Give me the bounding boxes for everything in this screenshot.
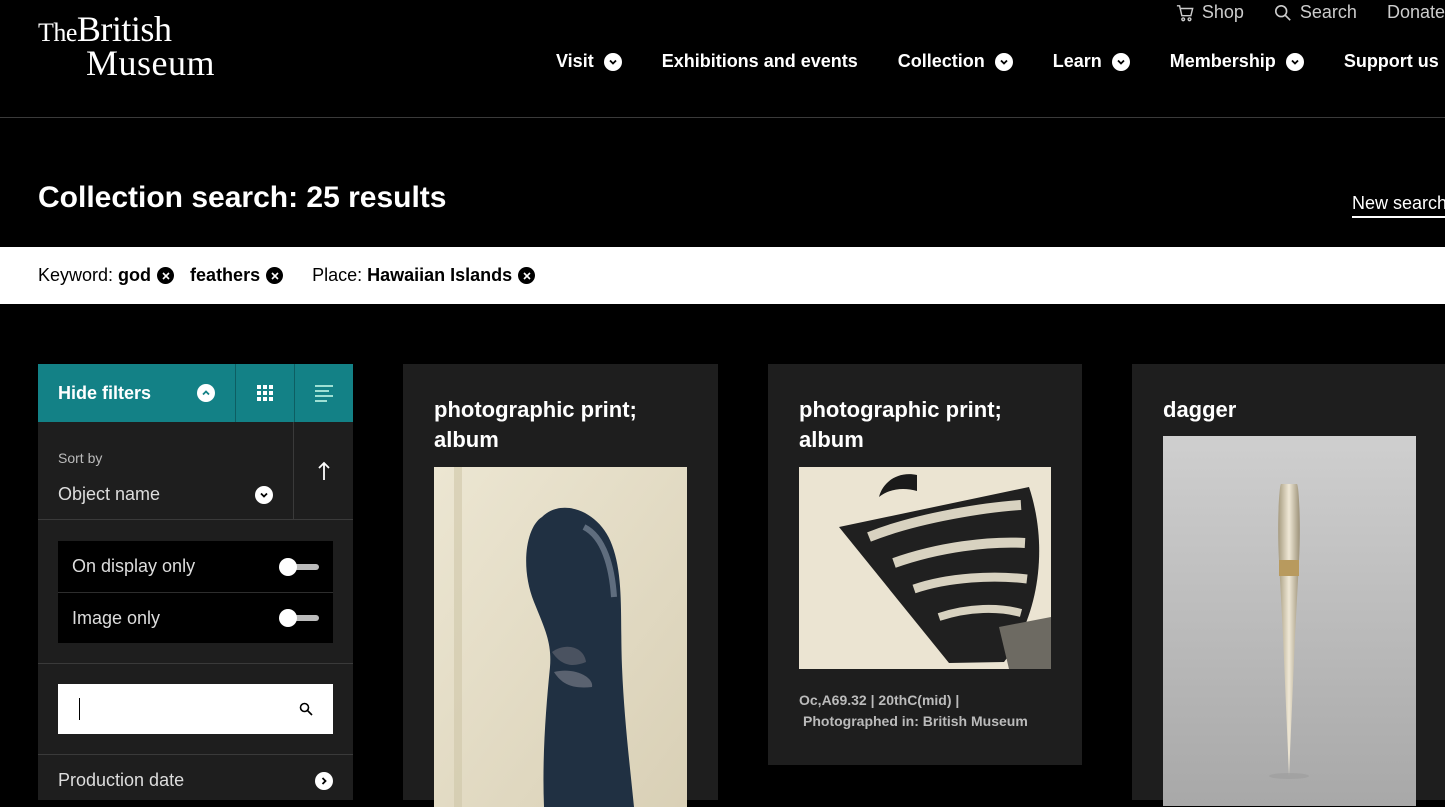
- nav-learn[interactable]: Learn: [1053, 51, 1130, 72]
- chevron-down-icon: [1285, 52, 1304, 71]
- result-title-line2: album: [799, 427, 864, 452]
- result-image[interactable]: [434, 467, 687, 807]
- sort-direction-button[interactable]: [294, 422, 353, 519]
- sort-row: Sort by Object name: [38, 422, 353, 520]
- chevron-right-icon: [315, 771, 333, 790]
- cart-icon: [1176, 4, 1194, 21]
- new-search-link[interactable]: New search: [1352, 193, 1445, 218]
- logo-museum: Museum: [86, 43, 215, 84]
- image-only-label: Image only: [72, 607, 161, 628]
- nav-exhibitions[interactable]: Exhibitions and events: [662, 51, 858, 72]
- search-link[interactable]: Search: [1274, 2, 1357, 23]
- result-title[interactable]: photographic print; album: [434, 395, 637, 455]
- chevron-down-icon: [603, 52, 622, 71]
- place-chip: Place: Hawaiian Islands: [312, 265, 536, 286]
- search-label: Search: [1299, 2, 1357, 22]
- keyword-chip-feathers: feathers: [190, 265, 284, 286]
- nav-visit-label: Visit: [556, 51, 594, 71]
- image-only-toggle-row[interactable]: Image only: [58, 592, 333, 643]
- list-view-button[interactable]: [294, 364, 353, 422]
- keyword-value: feathers: [190, 265, 261, 285]
- result-meta: Oc,A69.32 | 20thC(mid) | Photographed in…: [799, 690, 1028, 732]
- production-date-facet[interactable]: Production date: [38, 755, 353, 791]
- shop-label: Shop: [1201, 2, 1244, 22]
- result-image[interactable]: [1163, 436, 1416, 806]
- chevron-down-icon: [994, 52, 1013, 71]
- sort-by-label: Sort by: [58, 450, 103, 466]
- hide-filters-button[interactable]: Hide filters: [38, 364, 235, 422]
- chevron-up-icon: [197, 384, 215, 402]
- result-title-line2: album: [434, 427, 499, 452]
- result-title-line1: photographic print;: [434, 397, 637, 422]
- close-icon[interactable]: [266, 267, 284, 284]
- search-icon: [1274, 4, 1291, 21]
- result-image[interactable]: [799, 467, 1051, 669]
- keyword-label: Keyword:: [38, 265, 114, 285]
- main-nav: Visit Exhibitions and events Collection …: [556, 51, 1445, 72]
- place-label: Place:: [312, 265, 363, 285]
- facet-label: Production date: [58, 770, 185, 790]
- nav-membership[interactable]: Membership: [1170, 51, 1304, 72]
- filters-toolbar: Hide filters: [38, 364, 353, 422]
- donate-link[interactable]: Donate: [1387, 2, 1445, 23]
- nav-visit[interactable]: Visit: [556, 51, 622, 72]
- sort-direction-icon: [317, 461, 330, 480]
- keyword-value: god: [118, 265, 152, 285]
- search-icon[interactable]: [299, 702, 313, 716]
- donate-label: Donate: [1386, 2, 1445, 22]
- on-display-label: On display only: [72, 556, 196, 576]
- result-card[interactable]: photographic print; album Oc,A69.32 | 20…: [768, 364, 1082, 765]
- site-header: TheBritish Museum Shop Search Donate Vis…: [0, 0, 1445, 118]
- place-value: Hawaiian Islands: [367, 265, 513, 285]
- shop-link[interactable]: Shop: [1176, 2, 1244, 23]
- nav-membership-label: Membership: [1169, 51, 1276, 71]
- nav-collection-label: Collection: [897, 51, 985, 71]
- toggle-group: On display only Image only: [58, 541, 333, 643]
- page-title: Collection search: 25 results: [38, 181, 447, 214]
- result-card[interactable]: photographic print; album: [403, 364, 718, 807]
- nav-learn-label: Learn: [1052, 51, 1102, 71]
- filters-sidebar: Hide filters Sort by Object name On disp…: [38, 364, 353, 800]
- keyword-chip-god: Keyword: god: [38, 265, 175, 286]
- nav-support[interactable]: Support us: [1344, 51, 1445, 72]
- utility-nav: Shop Search Donate: [1176, 2, 1445, 23]
- result-card[interactable]: dagger: [1132, 364, 1445, 806]
- filter-search-input[interactable]: [58, 684, 333, 734]
- text-cursor: [79, 698, 80, 720]
- nav-exhibitions-label: Exhibitions and events: [661, 51, 858, 71]
- sort-select[interactable]: Sort by Object name: [38, 422, 294, 519]
- close-icon[interactable]: [518, 267, 536, 284]
- chevron-down-icon: [1111, 52, 1130, 71]
- result-meta-line2: Photographed in: British Museum: [803, 713, 1028, 729]
- result-title-line1: dagger: [1163, 397, 1237, 422]
- british-museum-logo[interactable]: TheBritish Museum: [38, 11, 215, 84]
- grid-view-icon: [257, 385, 273, 401]
- logo-the: The: [38, 18, 77, 47]
- on-display-toggle-row[interactable]: On display only: [58, 541, 333, 592]
- hide-filters-label: Hide filters: [58, 382, 152, 403]
- divider: [38, 663, 353, 664]
- sort-value: Object name: [58, 484, 161, 504]
- result-meta-line1: Oc,A69.32 | 20thC(mid) |: [799, 692, 960, 708]
- on-display-switch[interactable]: [279, 557, 319, 576]
- result-title[interactable]: photographic print; album: [799, 395, 1002, 455]
- close-icon[interactable]: [157, 267, 175, 284]
- list-view-icon: [315, 385, 333, 402]
- active-filters-bar: Keyword: god feathers Place: Hawaiian Is…: [0, 247, 1445, 304]
- chevron-down-icon: [255, 485, 273, 504]
- result-title[interactable]: dagger: [1163, 395, 1236, 425]
- nav-support-label: Support us: [1343, 51, 1439, 71]
- grid-view-button[interactable]: [235, 364, 294, 422]
- result-title-line1: photographic print;: [799, 397, 1002, 422]
- image-only-switch[interactable]: [279, 609, 319, 627]
- nav-collection[interactable]: Collection: [898, 51, 1013, 72]
